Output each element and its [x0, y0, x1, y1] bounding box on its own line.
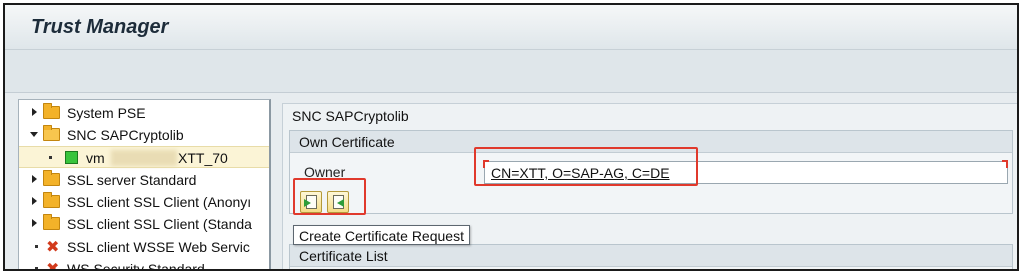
bullet-icon: [35, 245, 38, 248]
green-status-icon: [65, 151, 78, 164]
certificate-list-title: Certificate List: [290, 245, 1012, 267]
tree-item-label: SNC SAPCryptolib: [67, 127, 184, 143]
pse-tree[interactable]: System PSE SNC SAPCryptolib vm XTT_70 SS…: [18, 99, 271, 271]
red-x-icon: ✖: [46, 237, 60, 256]
chevron-right-icon[interactable]: [32, 197, 37, 205]
folder-icon: [43, 214, 60, 230]
create-request-tooltip: Create Certificate Request: [293, 225, 470, 245]
certificate-list-group: Certificate List: [289, 244, 1013, 269]
tree-item-label: SSL client SSL Client (Standa: [67, 216, 252, 232]
folder-icon: [43, 192, 60, 208]
folder-icon: [43, 103, 60, 119]
tree-item-label-suffix: XTT_70: [178, 150, 228, 166]
toolbar: [5, 49, 1017, 93]
bullet-icon: [35, 267, 38, 269]
window-title: Trust Manager: [31, 16, 169, 38]
bullet-icon: [49, 156, 52, 159]
tree-item-label: SSL server Standard: [67, 172, 197, 188]
detail-panel: SNC SAPCryptolib Own Certificate Owner C…: [282, 103, 1017, 269]
window: Trust Manager System PSE SNC SAPCryptoli…: [3, 3, 1019, 271]
red-x-icon: ✖: [46, 259, 60, 271]
folder-open-icon: [43, 125, 60, 141]
chevron-down-icon[interactable]: [30, 132, 38, 137]
owner-highlight-box: [474, 147, 698, 186]
tree-item-snc-sapcryptolib[interactable]: SNC SAPCryptolib: [19, 124, 269, 146]
tree-item-ssl-client-wsse[interactable]: ✖ SSL client WSSE Web Servic: [19, 236, 269, 258]
tree-item-label: SSL client WSSE Web Servic: [67, 239, 250, 255]
tree-item-label: System PSE: [67, 105, 146, 121]
redacted-area: [111, 150, 177, 166]
tree-item-system-pse[interactable]: System PSE: [19, 102, 269, 124]
tree-item-label: SSL client SSL Client (Anonyı: [67, 194, 252, 210]
folder-icon: [43, 170, 60, 186]
chevron-right-icon[interactable]: [32, 108, 37, 116]
tree-item-ssl-client-anonymous[interactable]: SSL client SSL Client (Anonyı: [19, 191, 269, 213]
buttons-highlight-box: [293, 178, 366, 215]
field-marker: [1002, 160, 1008, 168]
tree-item-ws-security-standard[interactable]: ✖ WS Security Standard: [19, 258, 269, 271]
tree-item-ssl-server-standard[interactable]: SSL server Standard: [19, 169, 269, 191]
detail-header: SNC SAPCryptolib: [292, 108, 409, 124]
chevron-right-icon[interactable]: [32, 175, 37, 183]
tree-item-vm-xtt-70[interactable]: vm XTT_70: [19, 146, 269, 168]
tree-item-label-prefix: vm: [86, 150, 105, 166]
chevron-right-icon[interactable]: [32, 219, 37, 227]
tree-item-ssl-client-standard[interactable]: SSL client SSL Client (Standa: [19, 213, 269, 235]
tree-item-label: WS Security Standard: [67, 261, 205, 271]
title-bar: Trust Manager: [5, 5, 1017, 49]
